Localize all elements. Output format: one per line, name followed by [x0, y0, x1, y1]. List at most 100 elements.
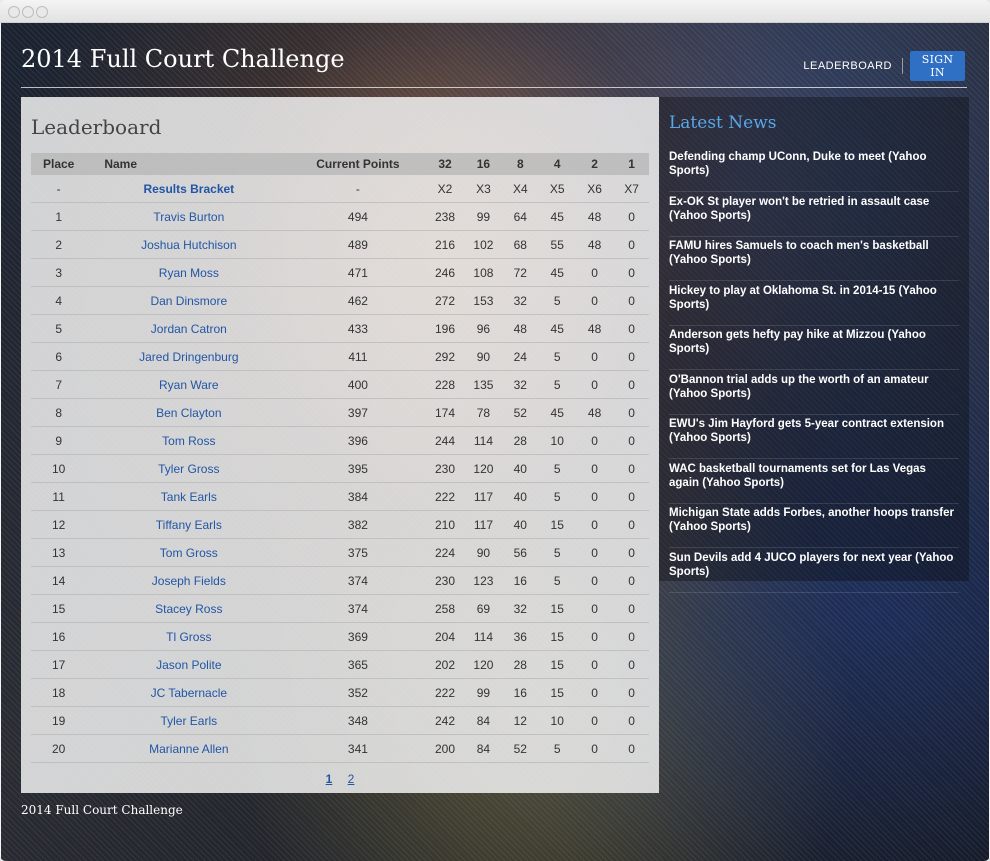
col-header-8[interactable]: 8 — [501, 153, 540, 175]
player-name-link[interactable]: Tyler Earls — [160, 714, 217, 728]
window-titlebar — [0, 0, 990, 23]
nav-divider — [902, 58, 903, 74]
player-name-link[interactable]: Joseph Fields — [152, 574, 226, 588]
table-cell: X2 — [424, 175, 466, 203]
table-cell: 0 — [575, 482, 615, 511]
player-name-link[interactable]: Jason Polite — [156, 658, 221, 672]
news-link[interactable]: Defending champ UConn, Duke to meet (Yah… — [669, 149, 959, 178]
news-item: Sun Devils add 4 JUCO players for next y… — [669, 550, 959, 593]
table-cell: 0 — [614, 426, 649, 455]
table-cell: 28 — [501, 426, 540, 455]
top-navbar: 2014 Full Court Challenge LEADERBOARD SI… — [1, 23, 989, 87]
player-name-link[interactable]: Tom Ross — [162, 434, 215, 448]
table-cell: 18 — [31, 678, 87, 707]
table-cell-name: Ben Clayton — [86, 398, 292, 427]
table-cell: 15 — [539, 678, 576, 707]
minimize-window-button[interactable] — [22, 6, 34, 18]
results-bracket-link[interactable]: Results Bracket — [143, 182, 234, 196]
table-cell: 224 — [424, 538, 466, 567]
table-cell: 228 — [424, 370, 466, 399]
table-cell: 204 — [424, 622, 466, 651]
player-name-link[interactable]: Joshua Hutchison — [141, 238, 236, 252]
player-name-link[interactable]: Tyler Gross — [158, 462, 219, 476]
page-link-1[interactable]: 1 — [326, 772, 333, 786]
news-link[interactable]: Michigan State adds Forbes, another hoop… — [669, 505, 959, 534]
table-cell: X7 — [614, 175, 649, 203]
player-name-link[interactable]: Dan Dinsmore — [150, 294, 227, 308]
col-header-1[interactable]: 1 — [614, 153, 649, 175]
page-link-2[interactable]: 2 — [348, 772, 355, 786]
news-item: O'Bannon trial adds up the worth of an a… — [669, 372, 959, 415]
player-name-link[interactable]: Tiffany Earls — [156, 518, 222, 532]
table-cell: 0 — [614, 230, 649, 259]
zoom-window-button[interactable] — [36, 6, 48, 18]
news-link[interactable]: Ex-OK St player won't be retried in assa… — [669, 194, 959, 223]
player-name-link[interactable]: Ryan Ware — [159, 378, 219, 392]
table-cell: 16 — [31, 622, 87, 651]
table-cell: 78 — [465, 398, 502, 427]
col-header-16[interactable]: 16 — [465, 153, 502, 175]
col-header-2[interactable]: 2 — [575, 153, 615, 175]
table-cell: 0 — [614, 370, 649, 399]
news-link[interactable]: Hickey to play at Oklahoma St. in 2014-1… — [669, 283, 959, 312]
col-header-name[interactable]: Name — [86, 153, 292, 175]
player-name-link[interactable]: Jared Dringenburg — [139, 350, 238, 364]
table-cell: 48 — [575, 314, 615, 343]
leaderboard-table: Place Name Current Points 32 16 8 4 2 1 … — [31, 153, 649, 763]
player-name-link[interactable]: Ryan Moss — [159, 266, 219, 280]
player-name-link[interactable]: Tank Earls — [161, 490, 217, 504]
close-window-button[interactable] — [8, 6, 20, 18]
news-link[interactable]: O'Bannon trial adds up the worth of an a… — [669, 372, 959, 401]
col-header-32[interactable]: 32 — [424, 153, 466, 175]
background-photo: 2014 Full Court Challenge LEADERBOARD SI… — [1, 23, 989, 861]
news-link[interactable]: WAC basketball tournaments set for Las V… — [669, 461, 959, 490]
player-name-link[interactable]: Travis Burton — [153, 210, 224, 224]
table-cell: 0 — [614, 342, 649, 371]
player-name-link[interactable]: Ben Clayton — [156, 406, 221, 420]
news-link[interactable]: Anderson gets hefty pay hike at Mizzou (… — [669, 327, 959, 356]
col-header-place[interactable]: Place — [31, 153, 87, 175]
nav-leaderboard-link[interactable]: LEADERBOARD — [803, 60, 892, 72]
table-cell: 222 — [424, 678, 466, 707]
table-cell: 14 — [31, 566, 87, 595]
table-cell: 210 — [424, 510, 466, 539]
table-cell-name: Tl Gross — [86, 622, 292, 651]
table-cell: 196 — [424, 314, 466, 343]
sign-in-button[interactable]: SIGN IN — [910, 51, 965, 81]
table-cell-name: Dan Dinsmore — [86, 286, 292, 315]
leaderboard-title: Leaderboard — [31, 115, 162, 139]
table-cell: 0 — [614, 398, 649, 427]
table-cell: 0 — [575, 342, 615, 371]
site-title[interactable]: 2014 Full Court Challenge — [21, 45, 345, 73]
table-cell: 52 — [501, 734, 540, 763]
table-cell: 99 — [465, 678, 502, 707]
table-cell: 0 — [575, 426, 615, 455]
table-cell: 258 — [424, 594, 466, 623]
table-header-row: Place Name Current Points 32 16 8 4 2 1 — [31, 153, 649, 175]
news-link[interactable]: EWU's Jim Hayford gets 5-year contract e… — [669, 416, 959, 445]
table-cell: 0 — [614, 650, 649, 679]
news-item: Michigan State adds Forbes, another hoop… — [669, 505, 959, 548]
col-header-4[interactable]: 4 — [539, 153, 576, 175]
player-name-link[interactable]: Jordan Catron — [151, 322, 227, 336]
table-cell-name: Marianne Allen — [86, 734, 292, 763]
table-cell: 64 — [501, 202, 540, 231]
table-cell: 40 — [501, 510, 540, 539]
table-cell: 0 — [614, 538, 649, 567]
table-cell: 5 — [539, 734, 576, 763]
player-name-link[interactable]: Stacey Ross — [155, 602, 222, 616]
col-header-current-points[interactable]: Current Points — [291, 153, 425, 175]
table-cell: X6 — [575, 175, 615, 203]
player-name-link[interactable]: Marianne Allen — [149, 742, 228, 756]
player-name-link[interactable]: Tom Gross — [160, 546, 218, 560]
table-cell: 90 — [465, 342, 502, 371]
table-cell: 16 — [501, 678, 540, 707]
table-cell: 16 — [501, 566, 540, 595]
news-item: Anderson gets hefty pay hike at Mizzou (… — [669, 327, 959, 370]
news-link[interactable]: Sun Devils add 4 JUCO players for next y… — [669, 550, 959, 579]
table-cell: 84 — [465, 734, 502, 763]
table-row: 9 Tom Ross 396 244 114 28 10 0 0 — [31, 426, 649, 455]
news-link[interactable]: FAMU hires Samuels to coach men's basket… — [669, 238, 959, 267]
player-name-link[interactable]: JC Tabernacle — [151, 686, 228, 700]
player-name-link[interactable]: Tl Gross — [166, 630, 211, 644]
